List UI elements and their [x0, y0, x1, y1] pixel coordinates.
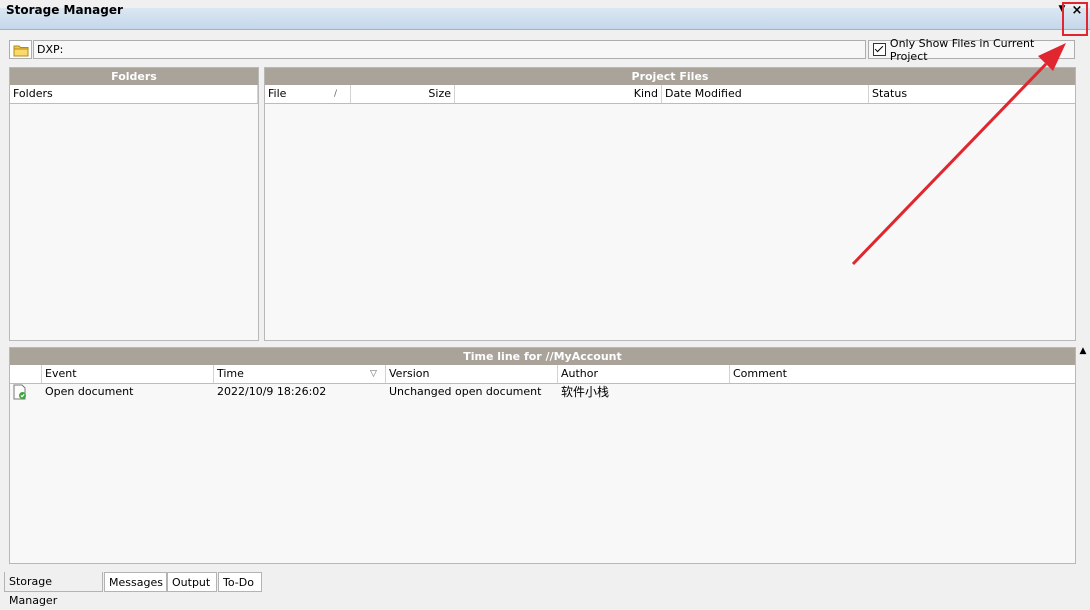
column-header-file-label: File	[268, 87, 287, 100]
cell-event: Open document	[45, 385, 134, 398]
folder-icon	[13, 45, 28, 56]
only-show-current-project-checkbox[interactable]: Only Show Files in Current Project	[868, 37, 1075, 63]
tab-messages[interactable]: Messages	[104, 572, 167, 592]
timeline-panel-header: Time line for //MyAccount	[10, 348, 1075, 365]
column-header-icon[interactable]	[10, 365, 42, 383]
column-header-time-label: Time	[217, 367, 244, 380]
column-header-file[interactable]: File /	[265, 85, 351, 103]
sort-indicator-icon: /	[334, 89, 338, 99]
column-header-comment[interactable]: Comment	[730, 365, 1075, 383]
column-header-size[interactable]: Size	[351, 85, 455, 103]
sort-descending-icon: ▽	[370, 369, 377, 379]
tab-output[interactable]: Output	[167, 572, 217, 592]
column-header-author[interactable]: Author	[558, 365, 730, 383]
close-button[interactable]: ×	[1068, 2, 1086, 20]
cell-time: 2022/10/9 18:26:02	[217, 385, 327, 398]
folders-panel: Folders Folders	[9, 67, 259, 341]
column-header-time[interactable]: Time ▽	[214, 365, 386, 383]
panel-title: Storage Manager	[6, 3, 123, 17]
folders-column-header-row: Folders	[10, 85, 258, 104]
panel-menu-dropdown-icon[interactable]: ▼	[1056, 4, 1068, 18]
project-files-panel-header: Project Files	[265, 68, 1075, 85]
path-field[interactable]: DXP:	[33, 40, 866, 59]
checkbox-checked-icon	[873, 43, 886, 56]
document-check-icon	[13, 384, 27, 403]
timeline-panel: Time line for //MyAccount Event Time ▽ V…	[9, 347, 1076, 564]
tab-storage-manager[interactable]: Storage Manager	[4, 572, 103, 607]
folders-panel-header: Folders	[10, 68, 258, 85]
tab-to-do[interactable]: To-Do	[218, 572, 262, 592]
column-header-kind[interactable]: Kind	[455, 85, 662, 103]
column-header-status[interactable]: Status	[869, 85, 1075, 103]
column-header-event[interactable]: Event	[42, 365, 214, 383]
cell-version: Unchanged open document	[389, 385, 542, 398]
table-row[interactable]: Open document 2022/10/9 18:26:02 Unchang…	[10, 384, 1075, 402]
title-bar	[0, 8, 1090, 30]
column-header-version[interactable]: Version	[386, 365, 558, 383]
timeline-column-header-row: Event Time ▽ Version Author Comment	[10, 365, 1075, 384]
cell-author: 软件小栈	[561, 385, 610, 399]
column-header-folders[interactable]: Folders	[10, 85, 258, 103]
project-files-panel: Project Files File / Size Kind Date Modi…	[264, 67, 1076, 341]
column-header-date-modified[interactable]: Date Modified	[662, 85, 869, 103]
project-files-column-header-row: File / Size Kind Date Modified Status	[265, 85, 1075, 104]
browse-folder-button[interactable]	[9, 40, 32, 59]
scroll-up-icon[interactable]: ▲	[1077, 346, 1089, 358]
only-show-label: Only Show Files in Current Project	[889, 36, 1035, 63]
